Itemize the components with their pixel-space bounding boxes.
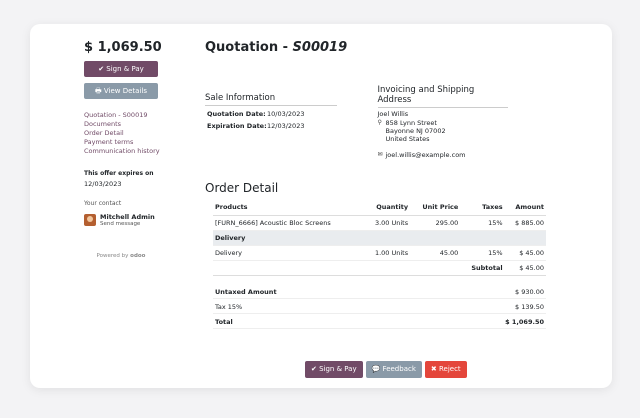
line-unit-price: 45.00 xyxy=(410,245,461,261)
table-row: [FURN_6666] Acoustic Bloc Screens 3.00 U… xyxy=(213,215,546,231)
title-prefix: Quotation - xyxy=(205,40,293,55)
address-line-1: 858 Lynn Street xyxy=(385,119,437,127)
header-quantity: Quantity xyxy=(363,199,411,216)
feedback-button[interactable]: 💬 Feedback xyxy=(365,361,422,378)
address-line-2: Bayonne NJ 07002 xyxy=(385,127,446,135)
line-unit-price: 295.00 xyxy=(410,215,461,231)
main-content: Quotation - S00019 Sale Information Quot… xyxy=(205,40,550,329)
title-reference: S00019 xyxy=(292,40,348,55)
email-row: ✉ joel.willis@example.com xyxy=(378,151,551,159)
line-quantity: 1.00 Units xyxy=(363,245,411,261)
contact-card: Mitchell Admin Send message xyxy=(84,213,194,227)
table-header-row: Products Quantity Unit Price Taxes Amoun… xyxy=(213,199,546,216)
odoo-logo[interactable]: odoo xyxy=(130,253,145,259)
order-detail-title: Order Detail xyxy=(205,181,279,195)
expiration-date-value: 12/03/2023 xyxy=(267,122,305,130)
section-row-delivery: Delivery xyxy=(213,230,546,246)
contact-name: Mitchell Admin xyxy=(100,213,155,221)
line-taxes: 15% xyxy=(460,245,505,261)
line-amount: $ 45.00 xyxy=(504,245,546,261)
line-taxes: 15% xyxy=(460,215,505,231)
avatar xyxy=(84,214,96,226)
quotation-date-row: Quotation Date: 10/03/2023 xyxy=(207,110,378,118)
expiration-date-row: Expiration Date: 12/03/2023 xyxy=(207,122,378,130)
sale-information-title: Sale Information xyxy=(205,93,337,106)
untaxed-amount-value: $ 930.00 xyxy=(515,288,544,296)
address-line-3: United States xyxy=(385,135,430,143)
sidebar-link-order-detail[interactable]: Order Detail xyxy=(84,129,194,138)
sidebar-link-quotation[interactable]: Quotation - S00019 xyxy=(84,111,194,120)
expiry-date: 12/03/2023 xyxy=(84,180,122,188)
tax-value: $ 139.50 xyxy=(515,303,544,311)
powered-by-label: Powered by xyxy=(96,253,129,259)
contact-label: Your contact xyxy=(84,200,122,207)
sign-pay-button[interactable]: ✔ Sign & Pay xyxy=(84,61,158,77)
sidebar-link-documents[interactable]: Documents xyxy=(84,120,194,129)
line-amount: $ 885.00 xyxy=(504,215,546,231)
sidebar-link-payment-terms[interactable]: Payment terms xyxy=(84,138,194,147)
map-marker-icon: ⚲ xyxy=(377,119,382,126)
subtotal-value: $ 45.00 xyxy=(504,260,546,276)
page-title: Quotation - S00019 xyxy=(205,40,550,55)
send-message-link[interactable]: Send message xyxy=(100,221,155,227)
sidebar: $ 1,069.50 ✔ Sign & Pay 🖶 View Details Q… xyxy=(84,40,194,259)
table-row: Delivery 1.00 Units 45.00 15% $ 45.00 xyxy=(213,245,546,261)
subtotal-row: Subtotal $ 45.00 xyxy=(213,260,546,276)
sale-information: Sale Information Quotation Date: 10/03/2… xyxy=(205,85,378,159)
totals-section: Untaxed Amount $ 930.00 Tax 15% $ 139.50… xyxy=(213,284,546,329)
tax-label: Tax 15% xyxy=(215,303,243,311)
quotation-date-label: Quotation Date: xyxy=(207,110,266,118)
subtotal-label: Subtotal xyxy=(460,260,505,276)
info-row: Sale Information Quotation Date: 10/03/2… xyxy=(205,85,550,159)
expiration-date-label: Expiration Date: xyxy=(207,122,267,130)
total-row: Total $ 1,069.50 xyxy=(213,314,546,329)
sidebar-total-amount: $ 1,069.50 xyxy=(84,40,162,55)
reject-button[interactable]: ✖ Reject xyxy=(424,361,467,378)
address-section: Invoicing and Shipping Address Joel Will… xyxy=(377,85,551,159)
header-amount: Amount xyxy=(504,199,546,216)
customer-email[interactable]: joel.willis@example.com xyxy=(386,151,466,159)
expiry-label: This offer expires on xyxy=(84,170,154,177)
line-product: [FURN_6666] Acoustic Bloc Screens xyxy=(213,215,364,231)
address-block: ⚲ 858 Lynn Street Bayonne NJ 07002 Unite… xyxy=(378,119,551,143)
view-details-button[interactable]: 🖶 View Details xyxy=(84,83,158,99)
sidebar-nav: Quotation - S00019 Documents Order Detai… xyxy=(84,111,194,156)
powered-by: Powered by odoo xyxy=(84,253,158,259)
bottom-sign-pay-button[interactable]: ✔ Sign & Pay xyxy=(305,361,363,378)
address-title: Invoicing and Shipping Address xyxy=(377,85,508,108)
header-unit-price: Unit Price xyxy=(410,199,461,216)
customer-name: Joel Willis xyxy=(377,110,409,118)
header-products: Products xyxy=(213,199,364,216)
total-value: $ 1,069.50 xyxy=(505,318,544,326)
bottom-action-bar: ✔ Sign & Pay 💬 Feedback ✖ Reject xyxy=(305,361,470,378)
untaxed-amount-label: Untaxed Amount xyxy=(215,288,277,296)
order-lines-table: Products Quantity Unit Price Taxes Amoun… xyxy=(213,199,546,276)
tax-row: Tax 15% $ 139.50 xyxy=(213,299,546,314)
sidebar-link-communication-history[interactable]: Communication history xyxy=(84,147,194,156)
envelope-icon: ✉ xyxy=(377,151,383,158)
untaxed-amount-row: Untaxed Amount $ 930.00 xyxy=(213,284,546,299)
quotation-date-value: 10/03/2023 xyxy=(267,110,305,118)
line-quantity: 3.00 Units xyxy=(363,215,411,231)
total-label: Total xyxy=(215,318,233,326)
line-product: Delivery xyxy=(213,245,364,261)
section-label: Delivery xyxy=(213,230,546,246)
header-taxes: Taxes xyxy=(460,199,505,216)
